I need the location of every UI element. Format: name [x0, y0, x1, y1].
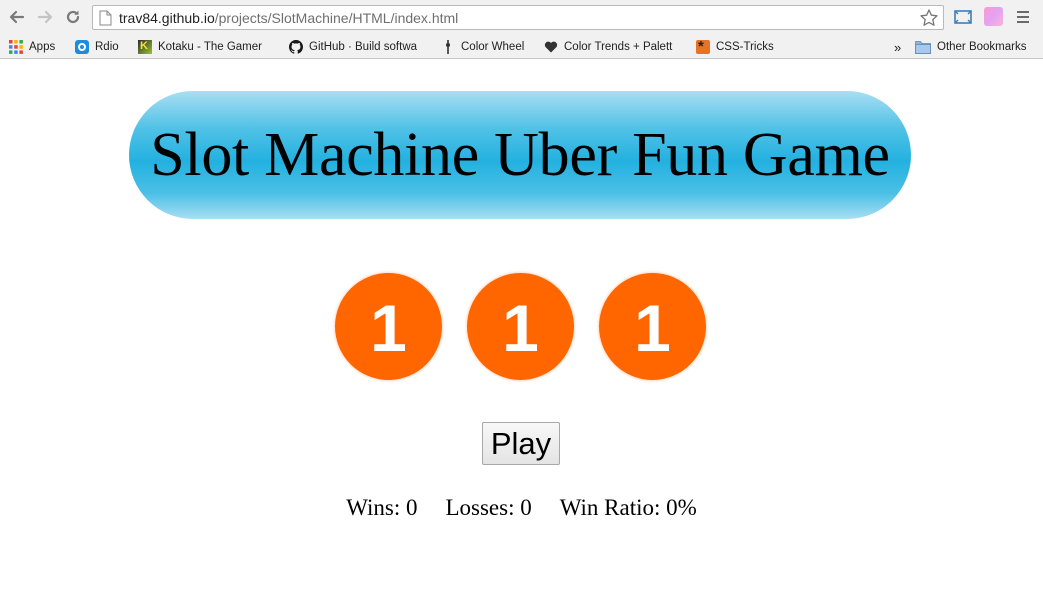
- bookmark-label: Color Wheel: [461, 41, 525, 53]
- slot-reel-3: 1: [599, 273, 706, 380]
- bookmark-label: Apps: [29, 41, 56, 53]
- back-button[interactable]: [6, 6, 28, 28]
- page-title: Slot Machine Uber Fun Game: [150, 120, 890, 189]
- bookmark-label: Rdio: [95, 41, 119, 53]
- bookmark-label: Kotaku - The Gamer: [158, 41, 262, 53]
- menu-hamburger-icon[interactable]: [1016, 10, 1030, 24]
- bookmark-color-trends[interactable]: Color Trends + Palett: [544, 38, 674, 56]
- bookmark-label: Other Bookmarks: [937, 41, 1027, 53]
- reel-value: 1: [370, 290, 407, 365]
- cast-screen-icon[interactable]: [953, 7, 973, 27]
- score-stats: Wins: 0 Losses: 0 Win Ratio: 0%: [0, 495, 1043, 521]
- bookmark-apps[interactable]: Apps: [9, 38, 55, 56]
- bookmark-github[interactable]: GitHub · Build softwa: [289, 38, 423, 56]
- browser-toolbar: trav84.github.io/projects/SlotMachine/HT…: [0, 0, 1043, 35]
- bookmark-label: Color Trends + Palett: [564, 41, 673, 53]
- bookmark-color-wheel[interactable]: Color Wheel: [441, 38, 524, 56]
- address-bar[interactable]: trav84.github.io/projects/SlotMachine/HT…: [92, 5, 944, 30]
- url-host: trav84.github.io: [119, 10, 215, 26]
- color-trends-icon: [544, 41, 558, 53]
- win-ratio: Win Ratio: 0%: [559, 495, 697, 520]
- css-tricks-icon: *: [696, 38, 710, 55]
- wins-count: Wins: 0: [346, 495, 418, 520]
- reel-value: 1: [502, 290, 539, 365]
- folder-icon: [915, 41, 931, 54]
- play-button[interactable]: Play: [482, 422, 560, 465]
- bookmark-kotaku[interactable]: K Kotaku - The Gamer: [138, 38, 270, 56]
- rdio-icon: [75, 40, 89, 54]
- extension-color-icon[interactable]: [984, 7, 1003, 26]
- bookmark-rdio[interactable]: Rdio: [75, 38, 119, 56]
- bookmark-label: GitHub · Build softwa: [309, 41, 418, 53]
- losses-count: Losses: 0: [445, 495, 532, 520]
- back-arrow-icon: [9, 10, 25, 24]
- forward-button[interactable]: [34, 6, 56, 28]
- overflow-label: »: [894, 39, 902, 55]
- forward-arrow-icon: [37, 10, 53, 24]
- bookmark-css-tricks[interactable]: * CSS-Tricks: [696, 38, 774, 56]
- apps-grid-icon: [9, 40, 23, 54]
- bookmarks-overflow-button[interactable]: »: [894, 38, 901, 56]
- slot-reel-1: 1: [335, 273, 442, 380]
- kotaku-icon: K: [138, 40, 152, 54]
- reel-value: 1: [634, 290, 671, 365]
- github-icon: [289, 40, 303, 54]
- bookmark-star-icon[interactable]: [919, 8, 939, 28]
- bookmark-label: CSS-Tricks: [716, 41, 774, 53]
- slot-reel-2: 1: [467, 273, 574, 380]
- color-wheel-icon: [446, 40, 450, 54]
- other-bookmarks-folder[interactable]: Other Bookmarks: [915, 38, 1026, 56]
- url-text: trav84.github.io/projects/SlotMachine/HT…: [119, 10, 458, 26]
- url-path: /projects/SlotMachine/HTML/index.html: [214, 10, 459, 26]
- reload-button[interactable]: [62, 6, 84, 28]
- title-banner: Slot Machine Uber Fun Game: [129, 91, 911, 219]
- page-icon: [99, 10, 112, 26]
- reload-icon: [66, 10, 80, 24]
- bookmarks-bar: Apps Rdio K Kotaku - The Gamer GitHub · …: [0, 35, 1043, 59]
